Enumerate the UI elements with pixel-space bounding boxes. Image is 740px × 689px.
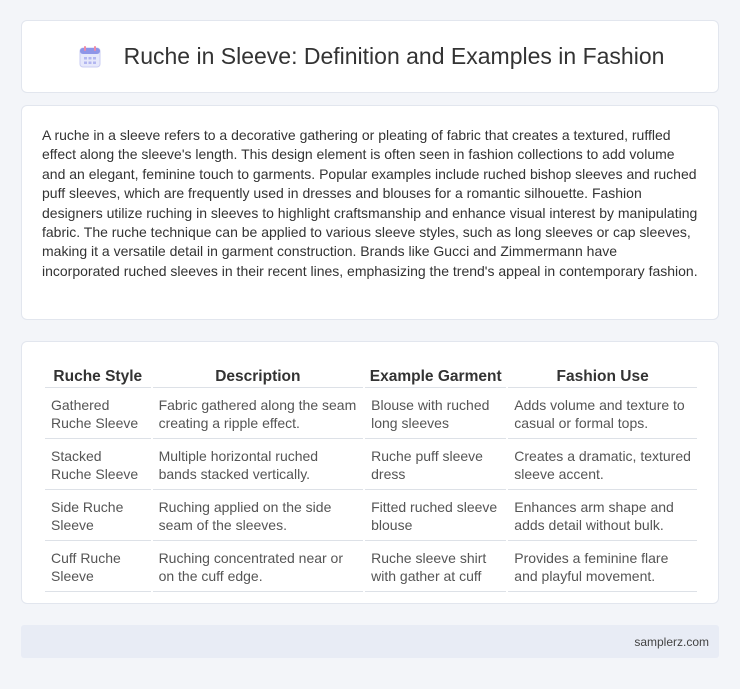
table-cell: Fitted ruched sleeve blouse <box>365 492 507 541</box>
table-row: Stacked Ruche Sleeve Multiple horizontal… <box>45 441 697 490</box>
table-cell: Blouse with ruched long sleeves <box>365 390 507 439</box>
table-cell: Ruche puff sleeve dress <box>365 441 507 490</box>
table-header-row: Ruche Style Description Example Garment … <box>45 364 697 388</box>
table-cell: Ruche sleeve shirt with gather at cuff <box>365 543 507 592</box>
intro-card: A ruche in a sleeve refers to a decorati… <box>21 105 719 320</box>
footer: samplerz.com <box>21 625 719 658</box>
title-row: Ruche in Sleeve: Definition and Examples… <box>22 21 718 92</box>
column-header-example-garment: Example Garment <box>365 364 507 388</box>
table-row: Side Ruche Sleeve Ruching applied on the… <box>45 492 697 541</box>
footer-site-link[interactable]: samplerz.com <box>634 635 709 649</box>
column-header-ruche-style: Ruche Style <box>45 364 151 388</box>
ruche-styles-table: Ruche Style Description Example Garment … <box>43 362 699 594</box>
table-cell: Stacked Ruche Sleeve <box>45 441 151 490</box>
table-card: Ruche Style Description Example Garment … <box>21 341 719 604</box>
table-cell: Side Ruche Sleeve <box>45 492 151 541</box>
table-row: Gathered Ruche Sleeve Fabric gathered al… <box>45 390 697 439</box>
table-cell: Ruching applied on the side seam of the … <box>152 492 364 541</box>
intro-paragraph: A ruche in a sleeve refers to a decorati… <box>42 127 698 279</box>
table-cell: Fabric gathered along the seam creating … <box>152 390 364 439</box>
table-cell: Adds volume and texture to casual or for… <box>508 390 697 439</box>
table-cell: Ruching concentrated near or on the cuff… <box>152 543 364 592</box>
table-cell: Gathered Ruche Sleeve <box>45 390 151 439</box>
title-card: Ruche in Sleeve: Definition and Examples… <box>21 20 719 93</box>
column-header-fashion-use: Fashion Use <box>508 364 697 388</box>
calendar-icon <box>76 43 104 71</box>
table-cell: Multiple horizontal ruched bands stacked… <box>152 441 364 490</box>
table-cell: Provides a feminine flare and playful mo… <box>508 543 697 592</box>
table-row: Cuff Ruche Sleeve Ruching concentrated n… <box>45 543 697 592</box>
table-cell: Enhances arm shape and adds detail witho… <box>508 492 697 541</box>
page-title: Ruche in Sleeve: Definition and Examples… <box>123 43 665 69</box>
table-cell: Creates a dramatic, textured sleeve acce… <box>508 441 697 490</box>
column-header-description: Description <box>152 364 364 388</box>
table-cell: Cuff Ruche Sleeve <box>45 543 151 592</box>
